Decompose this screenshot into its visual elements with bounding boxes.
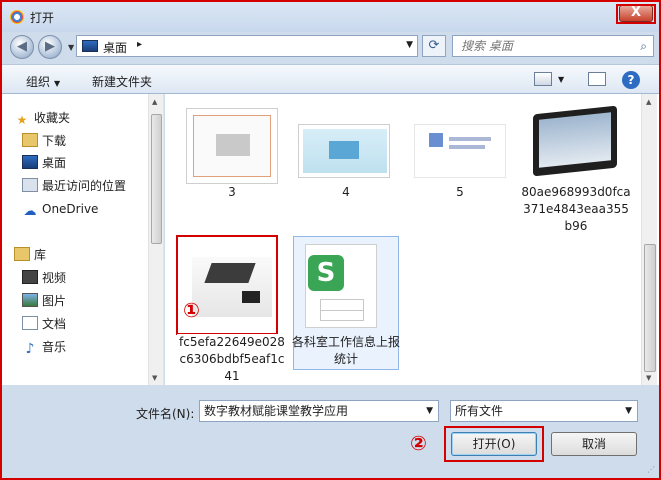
open-file-dialog: 打开 X ◀ ▶ ▼ 桌面 ▸ ▼ ⟳ ⌕ 组织▼ 新建文件夹 ▼ ? ★收藏夹… xyxy=(0,0,661,480)
file-name[interactable]: 4 xyxy=(291,184,401,201)
organize-menu[interactable]: 组织 ▼ xyxy=(26,73,60,90)
file-thumbnail[interactable] xyxy=(414,124,506,178)
libraries-header[interactable]: 库 xyxy=(14,245,144,265)
title-bar: 打开 X xyxy=(2,2,659,32)
music-note-icon: ♪ xyxy=(25,341,35,357)
tablet-image xyxy=(533,105,617,177)
back-button[interactable]: ◀ xyxy=(10,35,34,59)
desktop-icon xyxy=(82,40,98,52)
filename-input[interactable]: 数字教材赋能课堂教学应用 ▼ xyxy=(199,400,439,422)
sidebar-scroll-thumb[interactable] xyxy=(151,114,162,244)
address-dropdown-icon[interactable]: ▼ xyxy=(406,40,413,50)
search-box[interactable]: ⌕ xyxy=(452,35,654,57)
navigation-bar: ◀ ▶ ▼ 桌面 ▸ ▼ ⟳ ⌕ xyxy=(2,32,659,62)
file-list-scrollbar[interactable]: ▲ ▼ xyxy=(641,94,657,385)
filename-label: 文件名(N): xyxy=(136,407,195,421)
scroll-up-icon[interactable]: ▲ xyxy=(646,98,651,106)
sidebar-item-label: OneDrive xyxy=(42,202,99,216)
preview-pane-icon[interactable] xyxy=(588,72,606,86)
documents-library-icon xyxy=(22,316,38,330)
sidebar-item-label: 最近访问的位置 xyxy=(42,179,127,193)
file-thumbnail[interactable] xyxy=(527,104,619,178)
slide-preview-image xyxy=(303,129,387,173)
library-icon xyxy=(14,247,30,261)
sidebar-item-desktop[interactable]: 桌面 xyxy=(22,153,152,173)
file-type-select[interactable]: 所有文件 ▼ xyxy=(450,400,638,422)
organize-label: 组织 xyxy=(26,75,51,89)
file-list-scroll-thumb[interactable] xyxy=(644,244,656,372)
sidebar-item-label: 图片 xyxy=(42,294,67,308)
sidebar-item-recent[interactable]: 最近访问的位置 xyxy=(22,176,152,196)
sidebar-item-label: 音乐 xyxy=(42,340,67,354)
address-bar[interactable]: 桌面 ▸ ▼ xyxy=(76,35,418,57)
help-icon[interactable]: ? xyxy=(622,71,640,89)
sidebar-item-label: 桌面 xyxy=(42,156,67,170)
video-library-icon xyxy=(22,270,38,284)
desktop-icon xyxy=(22,155,38,169)
new-folder-button[interactable]: 新建文件夹 xyxy=(92,73,152,90)
sidebar-item-music[interactable]: ♪ 音乐 xyxy=(22,337,152,357)
navigation-pane: ★ 收藏夹 下载 桌面 最近访问的位置 ☁ OneDrive 库 视频 图片 文档 … xyxy=(2,94,164,385)
file-name[interactable]: 3 xyxy=(177,184,287,201)
sidebar-item-pictures[interactable]: 图片 xyxy=(22,291,152,311)
file-thumbnail[interactable] xyxy=(298,124,390,178)
sidebar-item-label: 文档 xyxy=(42,317,67,331)
chevron-right-icon[interactable]: ▸ xyxy=(137,39,142,50)
view-dropdown-icon[interactable]: ▼ xyxy=(558,75,564,84)
sidebar-item-downloads[interactable]: 下载 xyxy=(22,131,152,151)
search-icon[interactable]: ⌕ xyxy=(640,39,647,54)
libraries-title: 库 xyxy=(34,248,47,262)
file-list-pane: 3 4 5 80ae968993d0fca371e4843eaa355b96 ①… xyxy=(165,94,659,385)
recent-places-icon xyxy=(22,178,38,192)
search-input[interactable] xyxy=(453,36,628,56)
command-toolbar: 组织 ▼ 新建文件夹 ▼ ? xyxy=(2,64,659,94)
wps-s-logo: S xyxy=(308,255,344,291)
forward-button[interactable]: ▶ xyxy=(38,35,62,59)
file-type-value[interactable]: 所有文件 xyxy=(455,404,503,418)
dialog-footer: 文件名(N): 数字教材赋能课堂教学应用 ▼ 所有文件 ▼ ② 打开(O) 取消… xyxy=(2,385,659,478)
view-options-icon[interactable] xyxy=(534,72,552,86)
slide-preview-image xyxy=(193,115,271,177)
onedrive-icon: ☁ xyxy=(23,204,37,219)
star-icon: ★ xyxy=(16,113,28,127)
filename-value[interactable]: 数字教材赋能课堂教学应用 xyxy=(204,404,348,418)
scroll-down-icon[interactable]: ▼ xyxy=(646,374,651,382)
open-button[interactable]: 打开(O) xyxy=(451,432,537,456)
chrome-app-icon xyxy=(10,10,24,24)
favorites-title: 收藏夹 xyxy=(34,111,71,125)
scroll-down-icon[interactable]: ▼ xyxy=(152,374,157,382)
chevron-down-icon[interactable]: ▼ xyxy=(426,401,433,421)
annotation-two: ② xyxy=(410,431,427,455)
refresh-button[interactable]: ⟳ xyxy=(422,35,446,57)
sidebar-item-documents[interactable]: 文档 xyxy=(22,314,152,334)
resize-grip-icon[interactable]: ⋰ xyxy=(647,465,655,474)
chevron-down-icon[interactable]: ▼ xyxy=(625,401,632,421)
sidebar-item-videos[interactable]: 视频 xyxy=(22,268,152,288)
wps-spreadsheet-icon: S xyxy=(305,244,377,328)
file-name[interactable]: fc5efa22649e028c6306bdbf5eaf1c41 xyxy=(177,334,287,385)
sidebar-scrollbar[interactable]: ▲ ▼ xyxy=(148,94,163,385)
file-name[interactable]: 5 xyxy=(405,184,515,201)
file-name[interactable]: 80ae968993d0fca371e4843eaa355b96 xyxy=(521,184,631,235)
close-button-highlight xyxy=(616,4,656,24)
dialog-title: 打开 xyxy=(30,11,55,25)
file-name[interactable]: 各科室工作信息上报统计 xyxy=(291,334,401,368)
cancel-button[interactable]: 取消 xyxy=(551,432,637,456)
sidebar-item-label: 视频 xyxy=(42,271,67,285)
annotation-one: ① xyxy=(183,298,200,322)
download-folder-icon xyxy=(22,133,38,147)
pictures-library-icon xyxy=(22,293,38,307)
scroll-up-icon[interactable]: ▲ xyxy=(152,98,157,106)
chevron-down-icon: ▼ xyxy=(54,79,61,88)
file-thumbnail[interactable] xyxy=(186,108,278,184)
sidebar-item-label: 下载 xyxy=(42,134,67,148)
favorites-header[interactable]: ★ 收藏夹 xyxy=(14,108,144,128)
sidebar-item-onedrive[interactable]: ☁ OneDrive xyxy=(22,199,152,219)
address-location[interactable]: 桌面 xyxy=(103,39,127,56)
recent-locations-dropdown[interactable]: ▼ xyxy=(68,43,74,52)
